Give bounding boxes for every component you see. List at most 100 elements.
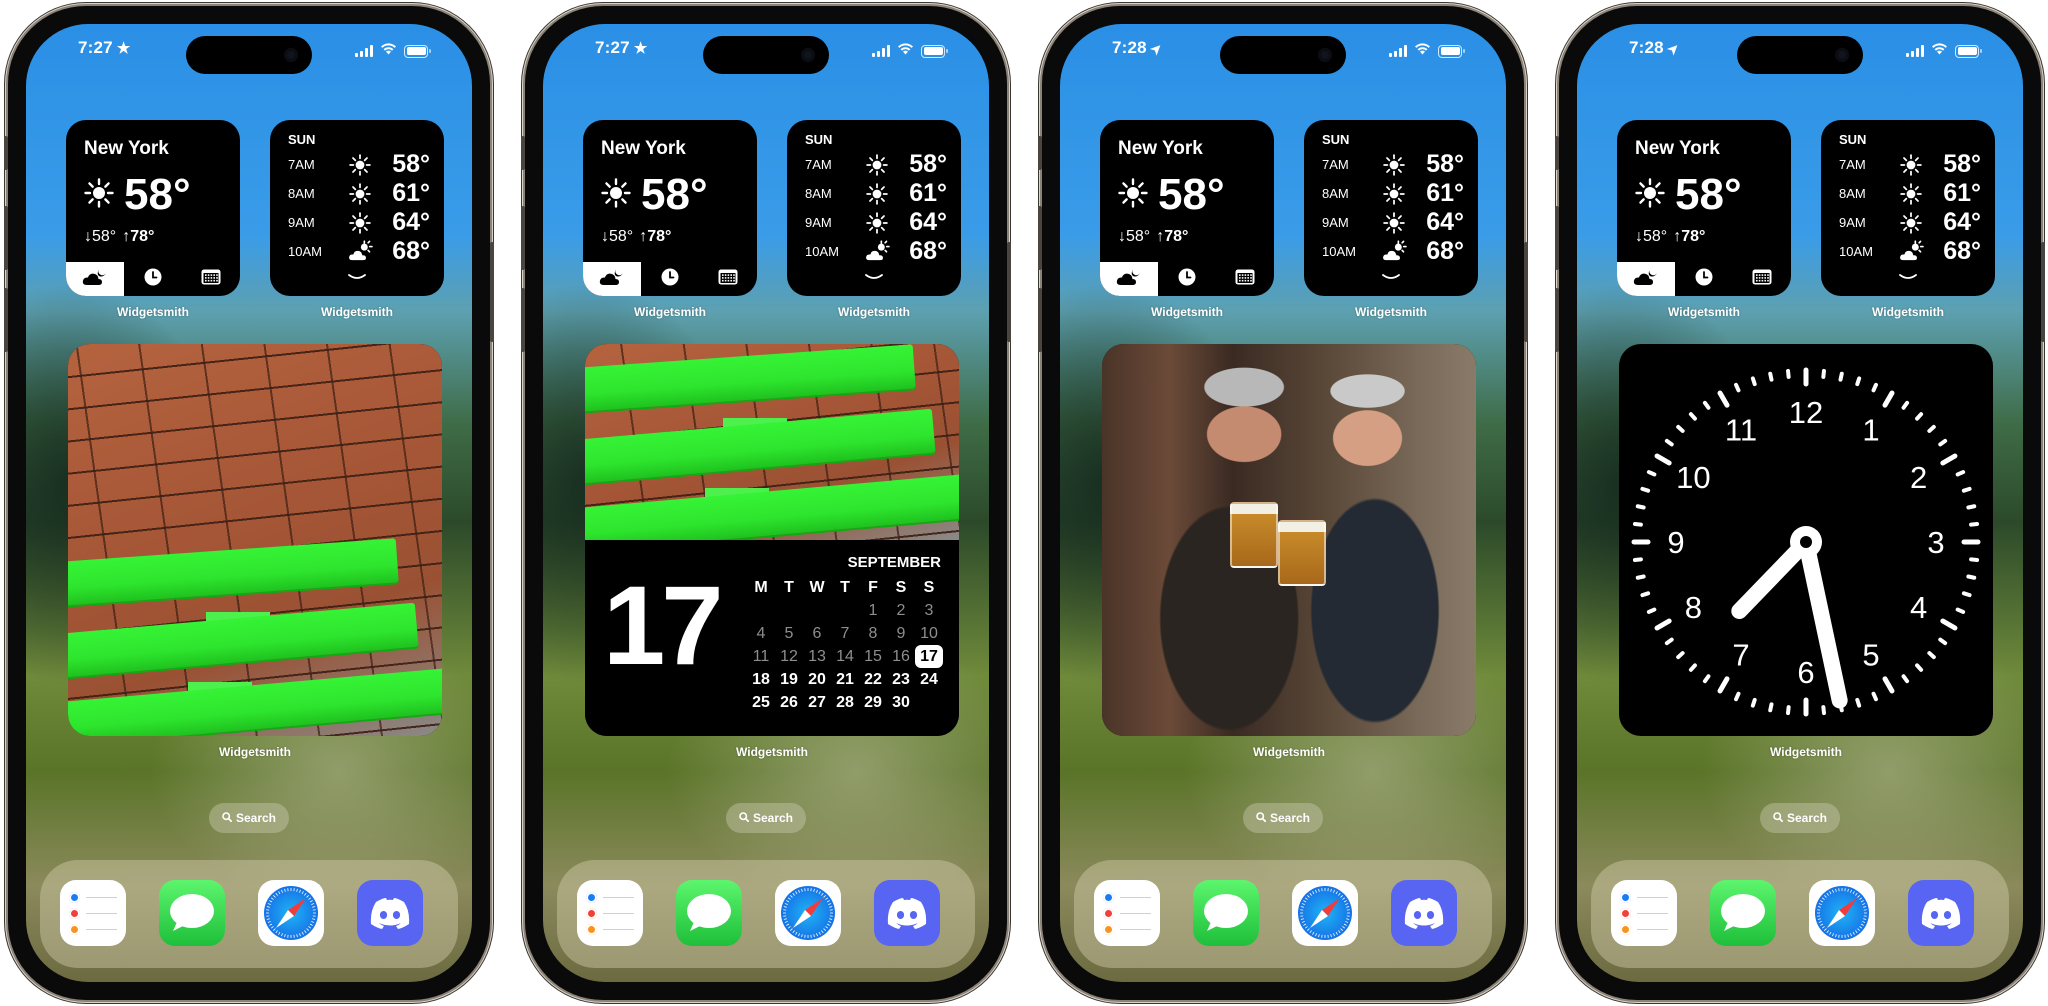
weather-tab[interactable] bbox=[583, 262, 641, 296]
reminder-dot bbox=[586, 908, 597, 919]
search-pill[interactable]: Search bbox=[209, 803, 289, 833]
calendar-day[interactable]: 25 bbox=[747, 691, 775, 714]
calendar-day[interactable]: 12 bbox=[775, 645, 803, 668]
discord-app-icon[interactable] bbox=[1908, 880, 1974, 946]
power-button[interactable] bbox=[1524, 242, 1528, 342]
calendar-day[interactable]: 29 bbox=[859, 691, 887, 714]
action-button[interactable] bbox=[4, 136, 8, 170]
action-button[interactable] bbox=[521, 136, 525, 170]
calendar-day[interactable]: 22 bbox=[859, 668, 887, 691]
volume-down-button[interactable] bbox=[1038, 288, 1042, 352]
clock-tab[interactable] bbox=[124, 262, 182, 296]
discord-app-icon[interactable] bbox=[357, 880, 423, 946]
volume-down-button[interactable] bbox=[521, 288, 525, 352]
messages-app-icon[interactable] bbox=[1710, 880, 1776, 946]
action-button[interactable] bbox=[1555, 136, 1559, 170]
reminders-app-icon[interactable] bbox=[577, 880, 643, 946]
hourly-forecast-widget[interactable]: SUN 7AM 58° 8AM 61° 9AM 64° 10AM 68° bbox=[1304, 120, 1478, 296]
calendar-day[interactable]: 4 bbox=[747, 622, 775, 645]
weather-tab[interactable] bbox=[1100, 262, 1158, 296]
weather-widget[interactable]: New York 58° ↓58° ↑78° bbox=[583, 120, 757, 296]
calendar-tab[interactable] bbox=[1733, 262, 1791, 296]
status-icons bbox=[1906, 42, 1982, 60]
reminders-app-icon[interactable] bbox=[1611, 880, 1677, 946]
power-button[interactable] bbox=[1007, 242, 1011, 342]
calendar-day[interactable]: 9 bbox=[887, 622, 915, 645]
weather-widget[interactable]: New York 58° ↓58° ↑78° bbox=[1100, 120, 1274, 296]
action-button[interactable] bbox=[1038, 136, 1042, 170]
reminders-app-icon[interactable] bbox=[1094, 880, 1160, 946]
calendar-tab[interactable] bbox=[1216, 262, 1274, 296]
volume-up-button[interactable] bbox=[4, 206, 8, 270]
hourly-forecast-widget[interactable]: SUN 7AM 58° 8AM 61° 9AM 64° 10AM 68° bbox=[1821, 120, 1995, 296]
hourly-forecast-widget[interactable]: SUN 7AM 58° 8AM 61° 9AM 64° 10AM 68° bbox=[787, 120, 961, 296]
calendar-today[interactable]: 17 bbox=[915, 645, 943, 668]
chevron-down-icon[interactable] bbox=[1381, 268, 1401, 286]
analog-clock-widget[interactable]: 12 1 2 3 4 5 6 7 8 9 10 11 bbox=[1619, 344, 1993, 736]
messages-app-icon[interactable] bbox=[159, 880, 225, 946]
status-icons bbox=[355, 42, 431, 60]
calendar-day[interactable]: 6 bbox=[803, 622, 831, 645]
calendar-day[interactable]: 7 bbox=[831, 622, 859, 645]
calendar-day[interactable]: 10 bbox=[915, 622, 943, 645]
volume-down-button[interactable] bbox=[1555, 288, 1559, 352]
calendar-day[interactable]: 5 bbox=[775, 622, 803, 645]
calendar-day[interactable]: 13 bbox=[803, 645, 831, 668]
search-pill[interactable]: Search bbox=[1243, 803, 1323, 833]
chevron-down-icon[interactable] bbox=[864, 268, 884, 286]
clock-tab[interactable] bbox=[1158, 262, 1216, 296]
discord-app-icon[interactable] bbox=[1391, 880, 1457, 946]
volume-up-button[interactable] bbox=[1038, 206, 1042, 270]
calendar-day[interactable]: 1 bbox=[859, 599, 887, 622]
chevron-down-icon[interactable] bbox=[347, 268, 367, 286]
volume-up-button[interactable] bbox=[521, 206, 525, 270]
photo-calendar-widget[interactable]: 17 SEPTEMBER M T W T F S S 1 2 3 4 5 6 7 8 9 10 11 12 13 14 15 1… bbox=[585, 344, 959, 736]
messages-app-icon[interactable] bbox=[676, 880, 742, 946]
safari-app-icon[interactable] bbox=[775, 880, 841, 946]
calendar-day[interactable]: 19 bbox=[775, 668, 803, 691]
weather-widget[interactable]: New York 58° ↓58° ↑78° bbox=[66, 120, 240, 296]
volume-down-button[interactable] bbox=[4, 288, 8, 352]
calendar-day[interactable]: 20 bbox=[803, 668, 831, 691]
calendar-day[interactable]: 14 bbox=[831, 645, 859, 668]
volume-up-button[interactable] bbox=[1555, 206, 1559, 270]
search-pill[interactable]: Search bbox=[726, 803, 806, 833]
calendar-day[interactable]: 26 bbox=[775, 691, 803, 714]
calendar-day[interactable]: 28 bbox=[831, 691, 859, 714]
calendar-tab[interactable] bbox=[699, 262, 757, 296]
calendar-day[interactable]: 15 bbox=[859, 645, 887, 668]
front-camera bbox=[1318, 48, 1332, 62]
weather-widget[interactable]: New York 58° ↓58° ↑78° bbox=[1617, 120, 1791, 296]
calendar-day[interactable]: 21 bbox=[831, 668, 859, 691]
safari-app-icon[interactable] bbox=[1809, 880, 1875, 946]
clock-tab[interactable] bbox=[1675, 262, 1733, 296]
calendar-day[interactable]: 30 bbox=[887, 691, 915, 714]
calendar-day[interactable]: 16 bbox=[887, 645, 915, 668]
hourly-forecast-widget[interactable]: SUN 7AM 58° 8AM 61° 9AM 64° 10AM 68° bbox=[270, 120, 444, 296]
power-button[interactable] bbox=[2041, 242, 2045, 342]
search-pill[interactable]: Search bbox=[1760, 803, 1840, 833]
calendar-tab[interactable] bbox=[182, 262, 240, 296]
photo-widget[interactable] bbox=[1102, 344, 1476, 736]
calendar-day[interactable]: 11 bbox=[747, 645, 775, 668]
messages-app-icon[interactable] bbox=[1193, 880, 1259, 946]
sun-icon bbox=[340, 211, 380, 234]
safari-app-icon[interactable] bbox=[258, 880, 324, 946]
calendar-day[interactable]: 23 bbox=[887, 668, 915, 691]
calendar-day[interactable]: 27 bbox=[803, 691, 831, 714]
calendar-day[interactable]: 8 bbox=[859, 622, 887, 645]
discord-app-icon[interactable] bbox=[874, 880, 940, 946]
calendar-day[interactable]: 3 bbox=[915, 599, 943, 622]
safari-app-icon[interactable] bbox=[1292, 880, 1358, 946]
clock-tab[interactable] bbox=[641, 262, 699, 296]
forecast-time: 9AM bbox=[1839, 215, 1866, 230]
weather-tab[interactable] bbox=[1617, 262, 1675, 296]
photo-widget[interactable] bbox=[68, 344, 442, 736]
power-button[interactable] bbox=[490, 242, 494, 342]
reminders-app-icon[interactable] bbox=[60, 880, 126, 946]
chevron-down-icon[interactable] bbox=[1898, 268, 1918, 286]
calendar-day[interactable]: 24 bbox=[915, 668, 943, 691]
calendar-day[interactable]: 18 bbox=[747, 668, 775, 691]
weather-tab[interactable] bbox=[66, 262, 124, 296]
calendar-day[interactable]: 2 bbox=[887, 599, 915, 622]
